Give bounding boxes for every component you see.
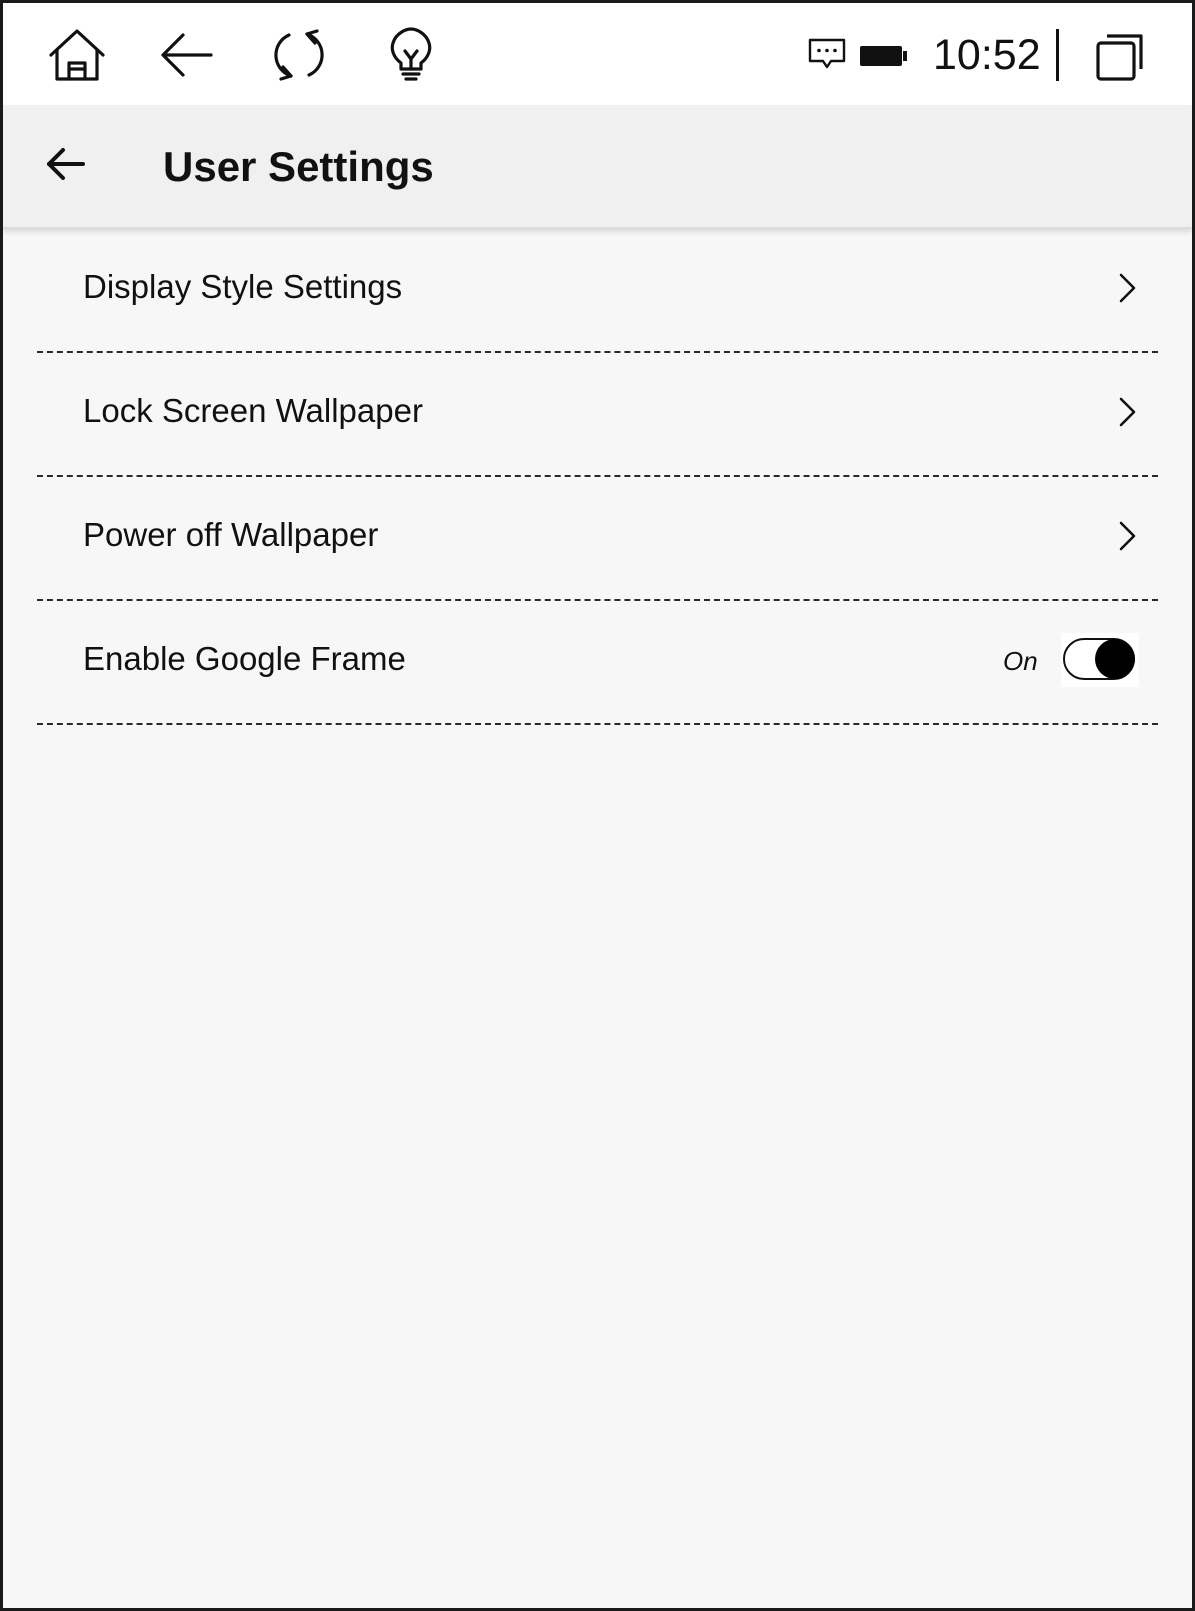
status-bar: 10:52 (3, 3, 1192, 105)
google-frame-toggle[interactable] (1061, 633, 1139, 687)
settings-item-power-off-wallpaper[interactable]: Power off Wallpaper (3, 477, 1192, 601)
settings-list: Display Style Settings Lock Screen Wallp… (3, 229, 1192, 725)
settings-item-label: Enable Google Frame (83, 640, 406, 677)
app-bar: User Settings (3, 105, 1192, 229)
status-divider (1056, 29, 1059, 81)
chevron-right-icon (1115, 395, 1139, 429)
home-icon[interactable] (45, 23, 109, 87)
settings-item-label: Display Style Settings (83, 268, 403, 305)
screen-frame: 10:52 User Settings Display Style Settin… (0, 0, 1195, 1611)
row-divider (37, 723, 1158, 725)
battery-icon (859, 45, 909, 72)
message-icon (807, 37, 847, 76)
settings-item-lock-screen-wallpaper[interactable]: Lock Screen Wallpaper (3, 353, 1192, 477)
chevron-right-icon (1115, 519, 1139, 553)
settings-item-label: Lock Screen Wallpaper (83, 392, 423, 429)
toggle-knob (1095, 639, 1135, 679)
back-arrow-icon[interactable] (41, 139, 91, 189)
recent-apps-icon[interactable] (1095, 33, 1145, 86)
chevron-right-icon (1115, 271, 1139, 305)
toggle-state-label: On (1003, 646, 1038, 676)
settings-item-label: Power off Wallpaper (83, 516, 379, 553)
settings-item-enable-google-frame: Enable Google Frame On (3, 601, 1192, 725)
page-title: User Settings (163, 143, 434, 190)
settings-item-display-style[interactable]: Display Style Settings (3, 229, 1192, 353)
back-arrow-icon[interactable] (155, 23, 219, 87)
lightbulb-icon[interactable] (379, 23, 443, 87)
refresh-icon[interactable] (267, 23, 331, 87)
status-time: 10:52 (933, 31, 1041, 79)
